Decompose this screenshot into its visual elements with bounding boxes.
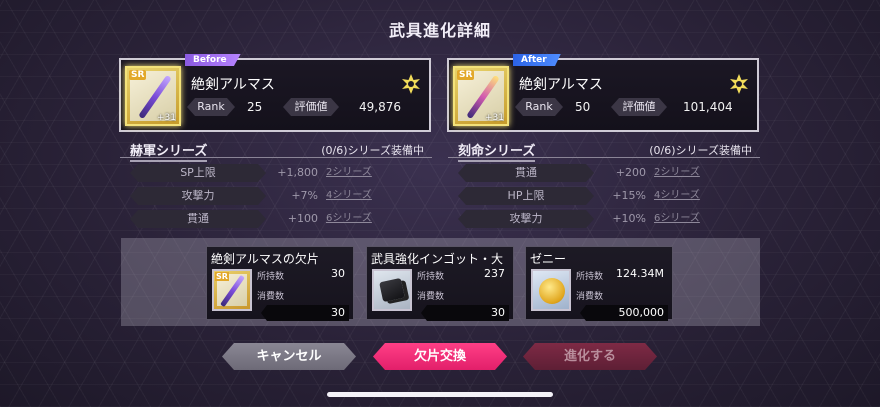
bonus-amount: +7% (291, 189, 318, 202)
bonus-label: 攻撃力 (458, 210, 594, 228)
series-bonus-row: 貫通 +200 2シリーズ (458, 164, 758, 182)
plus-level: +31 (157, 113, 176, 123)
owned-count: 237 (484, 267, 505, 280)
materials-strip: 絶剣アルマスの欠片 SR 所持数 30 消費数 30 武具強化インゴット・大 所… (121, 238, 760, 326)
series-equipped-count: (0/6)シリーズ装備中 (321, 144, 424, 157)
series-name: 刻命シリーズ (458, 140, 536, 162)
bonus-amount: +10% (612, 212, 646, 225)
awakening-star-icon (730, 74, 748, 94)
weapon-thumbnail: SR +31 (453, 66, 509, 126)
evolve-button[interactable]: 進化する (523, 343, 657, 370)
consume-count: 30 (331, 306, 345, 319)
rarity-badge: SR (129, 70, 147, 80)
bonus-amount: +1,800 (277, 166, 318, 179)
rank-label: Rank (187, 98, 235, 116)
after-weapon-card: SR +31 After 絶剣アルマス Rank 50 評価値 101,404 (447, 54, 759, 132)
consume-count: 500,000 (618, 306, 665, 319)
series-bonus-row: 攻撃力 +10% 6シリーズ (458, 210, 758, 228)
owned-label: 所持数 (417, 272, 445, 282)
bonus-amount: +100 (287, 212, 318, 225)
bonus-label: 貫通 (130, 210, 266, 228)
rank-label: Rank (515, 98, 563, 116)
before-tag: Before (185, 54, 241, 66)
weapon-evolution-screen: 武具進化詳細 SR +31 Before 絶剣アルマス Rank 25 評価値 … (0, 0, 880, 407)
consume-label: 消費数 (417, 292, 445, 302)
bonus-requirement: 6シリーズ (654, 213, 700, 224)
owned-count: 30 (331, 267, 345, 280)
bonus-amount: +15% (612, 189, 646, 202)
before-weapon-card: SR +31 Before 絶剣アルマス Rank 25 評価値 49,876 (119, 54, 431, 132)
consume-count: 30 (491, 306, 505, 319)
series-bonus-row: SP上限 +1,800 2シリーズ (130, 164, 430, 182)
fragment-exchange-button[interactable]: 欠片交換 (373, 343, 507, 370)
bonus-amount: +200 (615, 166, 646, 179)
rank-value: 50 (575, 100, 591, 114)
weapon-name: 絶剣アルマス (519, 77, 603, 93)
bonus-label: SP上限 (130, 164, 266, 182)
cancel-button[interactable]: キャンセル (222, 343, 356, 370)
awakening-star-icon (402, 74, 420, 94)
bonus-label: 攻撃力 (130, 187, 266, 205)
series-equipped-count: (0/6)シリーズ装備中 (649, 144, 752, 157)
bonus-requirement: 4シリーズ (326, 190, 372, 201)
home-indicator[interactable] (327, 392, 553, 397)
rank-value: 25 (247, 100, 263, 114)
weapon-name: 絶剣アルマス (191, 77, 275, 93)
bonus-requirement: 4シリーズ (654, 190, 700, 201)
rarity-badge: SR (457, 70, 475, 80)
plus-level: +31 (485, 113, 504, 123)
material-zeny[interactable]: ゼニー 所持数 124.34M 消費数 500,000 (525, 246, 673, 321)
rating-label: 評価値 (283, 98, 339, 116)
weapon-fragment-icon: SR (212, 269, 252, 311)
weapon-thumbnail: SR +31 (125, 66, 181, 126)
material-ingot[interactable]: 武具強化インゴット・大 所持数 237 消費数 30 (366, 246, 514, 321)
series-name: 赫軍シリーズ (130, 140, 208, 162)
consume-label: 消費数 (576, 292, 604, 302)
bonus-label: 貫通 (458, 164, 594, 182)
consume-label: 消費数 (257, 292, 285, 302)
series-bonus-row: HP上限 +15% 4シリーズ (458, 187, 758, 205)
series-bonus-row: 貫通 +100 6シリーズ (130, 210, 430, 228)
bonus-requirement: 2シリーズ (326, 167, 372, 178)
bonus-label: HP上限 (458, 187, 594, 205)
owned-label: 所持数 (257, 272, 285, 282)
bonus-requirement: 6シリーズ (326, 213, 372, 224)
ingot-icon (372, 269, 412, 311)
after-tag: After (513, 54, 561, 66)
rating-value: 49,876 (359, 100, 401, 114)
material-name: 絶剣アルマスの欠片 (211, 252, 319, 266)
owned-label: 所持数 (576, 272, 604, 282)
owned-count: 124.34M (616, 267, 664, 280)
material-name: ゼニー (530, 252, 567, 266)
material-weapon-fragment[interactable]: 絶剣アルマスの欠片 SR 所持数 30 消費数 30 (206, 246, 354, 321)
zeny-coin-icon (531, 269, 571, 311)
material-name: 武具強化インゴット・大 (371, 252, 504, 266)
series-bonus-row: 攻撃力 +7% 4シリーズ (130, 187, 430, 205)
rating-label: 評価値 (611, 98, 667, 116)
page-title: 武具進化詳細 (388, 21, 491, 40)
rating-value: 101,404 (683, 100, 733, 114)
bonus-requirement: 2シリーズ (654, 167, 700, 178)
